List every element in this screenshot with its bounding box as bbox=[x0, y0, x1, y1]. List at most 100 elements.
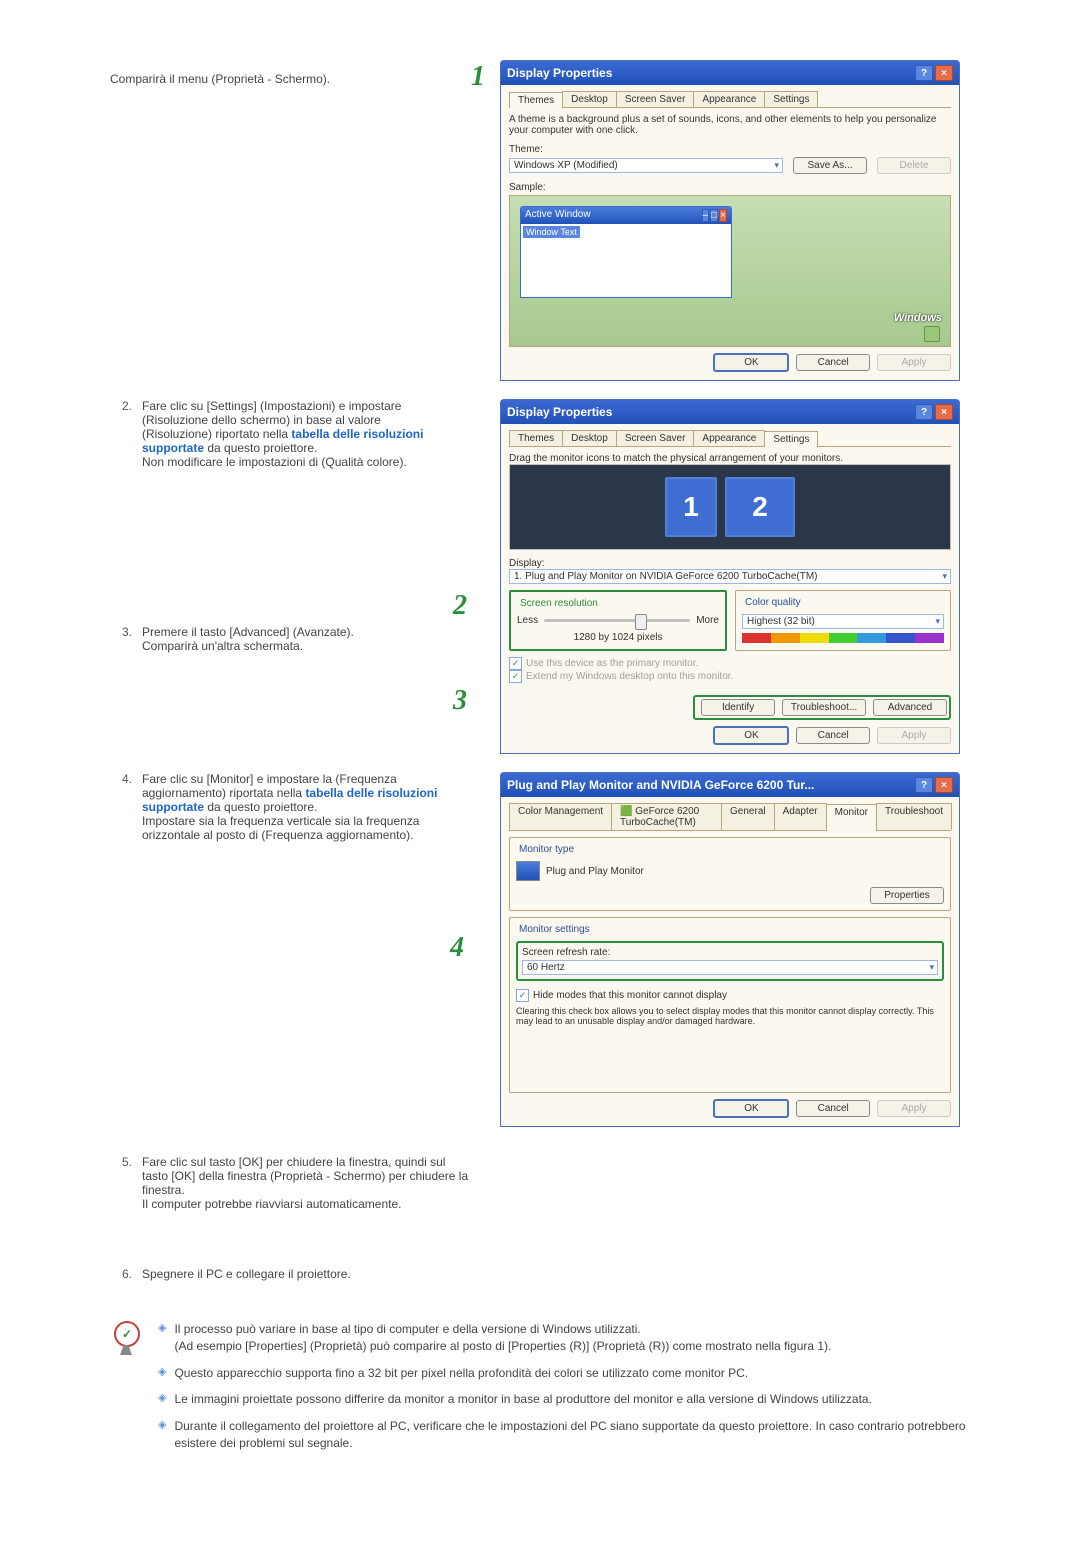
step-number: 4. bbox=[110, 772, 142, 842]
checkbox-icon: ✓ bbox=[509, 657, 522, 670]
monitor-settings-legend: Monitor settings bbox=[516, 924, 593, 935]
callout-3: 3 bbox=[453, 685, 467, 717]
dlg3-tabs: Color Management 🟩 GeForce 6200 TurboCac… bbox=[509, 803, 951, 831]
callout-1: 1 bbox=[471, 61, 485, 93]
checkbox-icon: ✓ bbox=[516, 989, 529, 1002]
tab-color-management[interactable]: Color Management bbox=[509, 803, 612, 830]
tab-themes[interactable]: Themes bbox=[509, 430, 563, 446]
theme-label: Theme: bbox=[509, 144, 951, 155]
troubleshoot-button[interactable]: Troubleshoot... bbox=[782, 699, 866, 716]
refresh-rate-select[interactable]: 60 Hertz bbox=[522, 960, 938, 975]
note-icon: ✓ bbox=[110, 1321, 144, 1355]
monitor-arrangement[interactable]: 1 2 bbox=[509, 464, 951, 550]
note-item: ◈Le immagini proiettate possono differir… bbox=[158, 1391, 990, 1408]
help-icon[interactable]: ? bbox=[915, 404, 933, 420]
callout-4: 4 bbox=[450, 932, 464, 964]
step-subtext: Non modificare le impostazioni di (Quali… bbox=[142, 455, 407, 469]
tab-screensaver[interactable]: Screen Saver bbox=[616, 430, 695, 446]
monitor-type-legend: Monitor type bbox=[516, 844, 577, 855]
tab-desktop[interactable]: Desktop bbox=[562, 91, 617, 107]
apply-button: Apply bbox=[877, 727, 951, 744]
monitor-2-icon[interactable]: 2 bbox=[725, 477, 795, 537]
resolution-value: 1280 by 1024 pixels bbox=[517, 632, 719, 643]
tab-adapter[interactable]: Adapter bbox=[774, 803, 827, 830]
tab-appearance[interactable]: Appearance bbox=[693, 91, 765, 107]
note-item: ◈Durante il collegamento del proiettore … bbox=[158, 1418, 990, 1452]
slider-more-label: More bbox=[696, 615, 719, 626]
monitor-settings-group: 4 Monitor settings Screen refresh rate: … bbox=[509, 917, 951, 1093]
notes-section: ✓ ◈Il processo può variare in base al ti… bbox=[110, 1321, 990, 1462]
properties-button[interactable]: Properties bbox=[870, 887, 944, 904]
cancel-button[interactable]: Cancel bbox=[796, 354, 870, 371]
step-number: 2. bbox=[110, 399, 142, 469]
sample-active-window: Active Window bbox=[525, 209, 591, 222]
note-item: ◈Il processo può variare in base al tipo… bbox=[158, 1321, 990, 1355]
tab-screensaver[interactable]: Screen Saver bbox=[616, 91, 695, 107]
dialog-display-properties-settings: Display Properties ? × Themes Desktop Sc… bbox=[500, 399, 960, 754]
dlg1-title: Display Properties bbox=[507, 66, 612, 80]
dlg2-title: Display Properties bbox=[507, 405, 612, 419]
resolution-slider[interactable] bbox=[544, 619, 690, 622]
ok-button[interactable]: OK bbox=[713, 1099, 789, 1118]
delete-button: Delete bbox=[877, 157, 951, 174]
step-5: 5. Fare clic sul tasto [OK] per chiudere… bbox=[110, 1155, 470, 1211]
step-4: 4. Fare clic su [Monitor] e impostare la… bbox=[110, 772, 440, 842]
save-as-button[interactable]: Save As... bbox=[793, 157, 867, 174]
tab-settings[interactable]: Settings bbox=[764, 91, 818, 107]
monitor-1-icon[interactable]: 1 bbox=[665, 477, 717, 537]
close-icon[interactable]: × bbox=[935, 777, 953, 793]
dialog-monitor-properties: Plug and Play Monitor and NVIDIA GeForce… bbox=[500, 772, 960, 1127]
primary-monitor-checkbox: ✓Use this device as the primary monitor. bbox=[509, 657, 951, 670]
ok-button[interactable]: OK bbox=[713, 726, 789, 745]
extend-desktop-checkbox: ✓Extend my Windows desktop onto this mon… bbox=[509, 670, 951, 683]
tab-themes[interactable]: Themes bbox=[509, 92, 563, 108]
hide-modes-checkbox[interactable]: ✓Hide modes that this monitor cannot dis… bbox=[516, 989, 944, 1002]
dialog-display-properties-themes: 1 Display Properties ? × Themes Desktop … bbox=[500, 60, 960, 381]
monitor-type-value: Plug and Play Monitor bbox=[546, 866, 644, 877]
help-icon[interactable]: ? bbox=[915, 65, 933, 81]
tab-troubleshoot[interactable]: Troubleshoot bbox=[876, 803, 952, 830]
recycle-bin-icon bbox=[924, 326, 940, 342]
diamond-icon: ◈ bbox=[158, 1321, 166, 1355]
dlg2-instruction: Drag the monitor icons to match the phys… bbox=[509, 453, 951, 464]
screen-resolution-legend: Screen resolution bbox=[517, 598, 601, 609]
advanced-button[interactable]: Advanced bbox=[873, 699, 947, 716]
step-text: Premere il tasto [Advanced] (Avanzate). bbox=[142, 625, 354, 639]
dlg1-tabs: Themes Desktop Screen Saver Appearance S… bbox=[509, 91, 951, 108]
identify-button[interactable]: Identify bbox=[701, 699, 775, 716]
step-2: 2. Fare clic su [Settings] (Impostazioni… bbox=[110, 399, 440, 469]
close-icon[interactable]: × bbox=[935, 404, 953, 420]
monitor-icon bbox=[516, 861, 540, 881]
step-text-tail: da questo proiettore. bbox=[204, 800, 317, 814]
tab-appearance[interactable]: Appearance bbox=[693, 430, 765, 446]
step-subtext: Impostare sia la frequenza verticale sia… bbox=[142, 814, 419, 842]
tab-general[interactable]: General bbox=[721, 803, 775, 830]
callout-2: 2 bbox=[453, 590, 467, 622]
minimize-icon: – bbox=[702, 209, 710, 222]
cancel-button[interactable]: Cancel bbox=[796, 1100, 870, 1117]
sample-label: Sample: bbox=[509, 182, 951, 193]
tab-desktop[interactable]: Desktop bbox=[562, 430, 617, 446]
sample-window-text: Window Text bbox=[523, 226, 580, 238]
step-number: 3. bbox=[110, 625, 142, 653]
help-icon[interactable]: ? bbox=[915, 777, 933, 793]
diamond-icon: ◈ bbox=[158, 1391, 166, 1408]
step-number: 5. bbox=[110, 1155, 142, 1211]
tab-settings[interactable]: Settings bbox=[764, 431, 818, 447]
tab-monitor[interactable]: Monitor bbox=[826, 804, 877, 831]
ok-button[interactable]: OK bbox=[713, 353, 789, 372]
cancel-button[interactable]: Cancel bbox=[796, 727, 870, 744]
intro-text: Comparirà il menu (Proprietà - Schermo). bbox=[110, 72, 440, 86]
close-icon[interactable]: × bbox=[935, 65, 953, 81]
color-quality-group: Color quality Highest (32 bit) bbox=[735, 590, 951, 651]
display-select[interactable]: 1. Plug and Play Monitor on NVIDIA GeFor… bbox=[509, 569, 951, 584]
refresh-rate-label: Screen refresh rate: bbox=[522, 947, 938, 958]
note-text: Questo apparecchio supporta fino a 32 bi… bbox=[174, 1365, 748, 1382]
color-quality-select[interactable]: Highest (32 bit) bbox=[742, 614, 944, 629]
step-6: 6. Spegnere il PC e collegare il proiett… bbox=[110, 1267, 470, 1281]
tab-geforce[interactable]: 🟩 GeForce 6200 TurboCache(TM) bbox=[611, 803, 722, 830]
screen-resolution-group: Screen resolution Less More 1280 by 1024… bbox=[509, 590, 727, 651]
step-text: Spegnere il PC e collegare il proiettore… bbox=[142, 1267, 351, 1281]
checkbox-icon: ✓ bbox=[509, 670, 522, 683]
theme-select[interactable]: Windows XP (Modified) bbox=[509, 158, 783, 173]
